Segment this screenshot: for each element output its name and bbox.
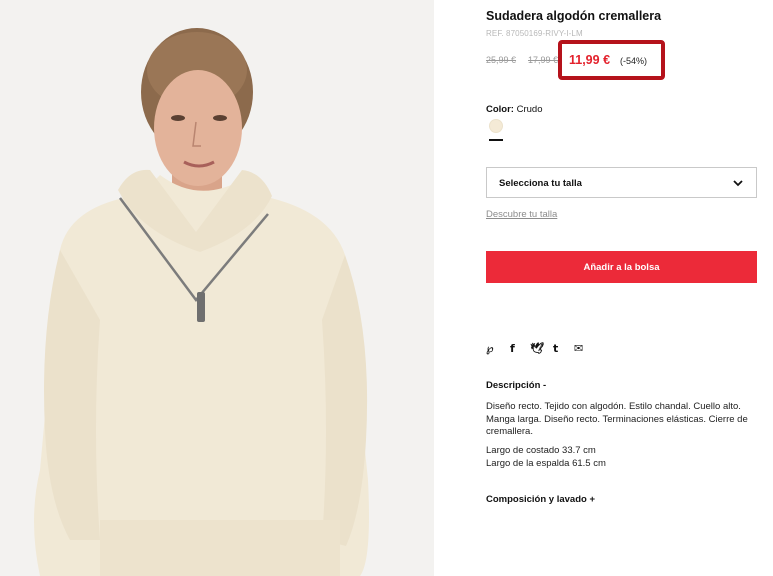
original-price: 25,99 € [486, 55, 517, 65]
composition-toggle[interactable]: Composición y lavado + [486, 494, 595, 505]
description-text: Diseño recto. Tejido con algodón. Estilo… [486, 401, 748, 437]
product-title: Sudadera algodón cremallera [486, 9, 662, 23]
color-swatch-crudo[interactable] [489, 119, 503, 133]
pinterest-icon[interactable]: ℘ [486, 342, 494, 356]
measurement-side-length: Largo de costado 33.7 cm [486, 445, 596, 456]
model-illustration [0, 0, 434, 576]
description-toggle[interactable]: Descripción - [486, 380, 546, 391]
measurement-back-length: Largo de la espalda 61.5 cm [486, 458, 606, 469]
product-image[interactable] [0, 0, 434, 576]
tumblr-icon[interactable]: t [553, 342, 558, 356]
price-highlight-box: 11,99 € (-54%) [558, 40, 665, 80]
color-label-title: Color: [486, 104, 514, 115]
sale-price: 11,99 € [569, 53, 611, 67]
mail-icon[interactable]: ✉ [574, 342, 583, 356]
discount-badge: (-54%) [620, 56, 648, 66]
color-value: Crudo [516, 104, 543, 115]
product-reference: REF. 87050169-RIVY-I-LM [486, 29, 583, 38]
facebook-icon[interactable]: f [510, 342, 515, 356]
size-select-dropdown[interactable]: Selecciona tu talla [486, 167, 757, 198]
add-to-bag-button[interactable]: Añadir a la bolsa [486, 251, 757, 283]
size-select-label: Selecciona tu talla [499, 178, 582, 189]
twitter-icon[interactable]: 🕊 [530, 342, 544, 356]
selected-swatch-indicator [489, 139, 503, 141]
chevron-down-icon [733, 180, 743, 187]
color-label: Color: Crudo [486, 104, 542, 115]
previous-price: 17,99 € [528, 55, 559, 65]
size-guide-link[interactable]: Descubre tu talla [486, 209, 557, 220]
product-details: Sudadera algodón cremallera REF. 8705016… [486, 0, 758, 576]
